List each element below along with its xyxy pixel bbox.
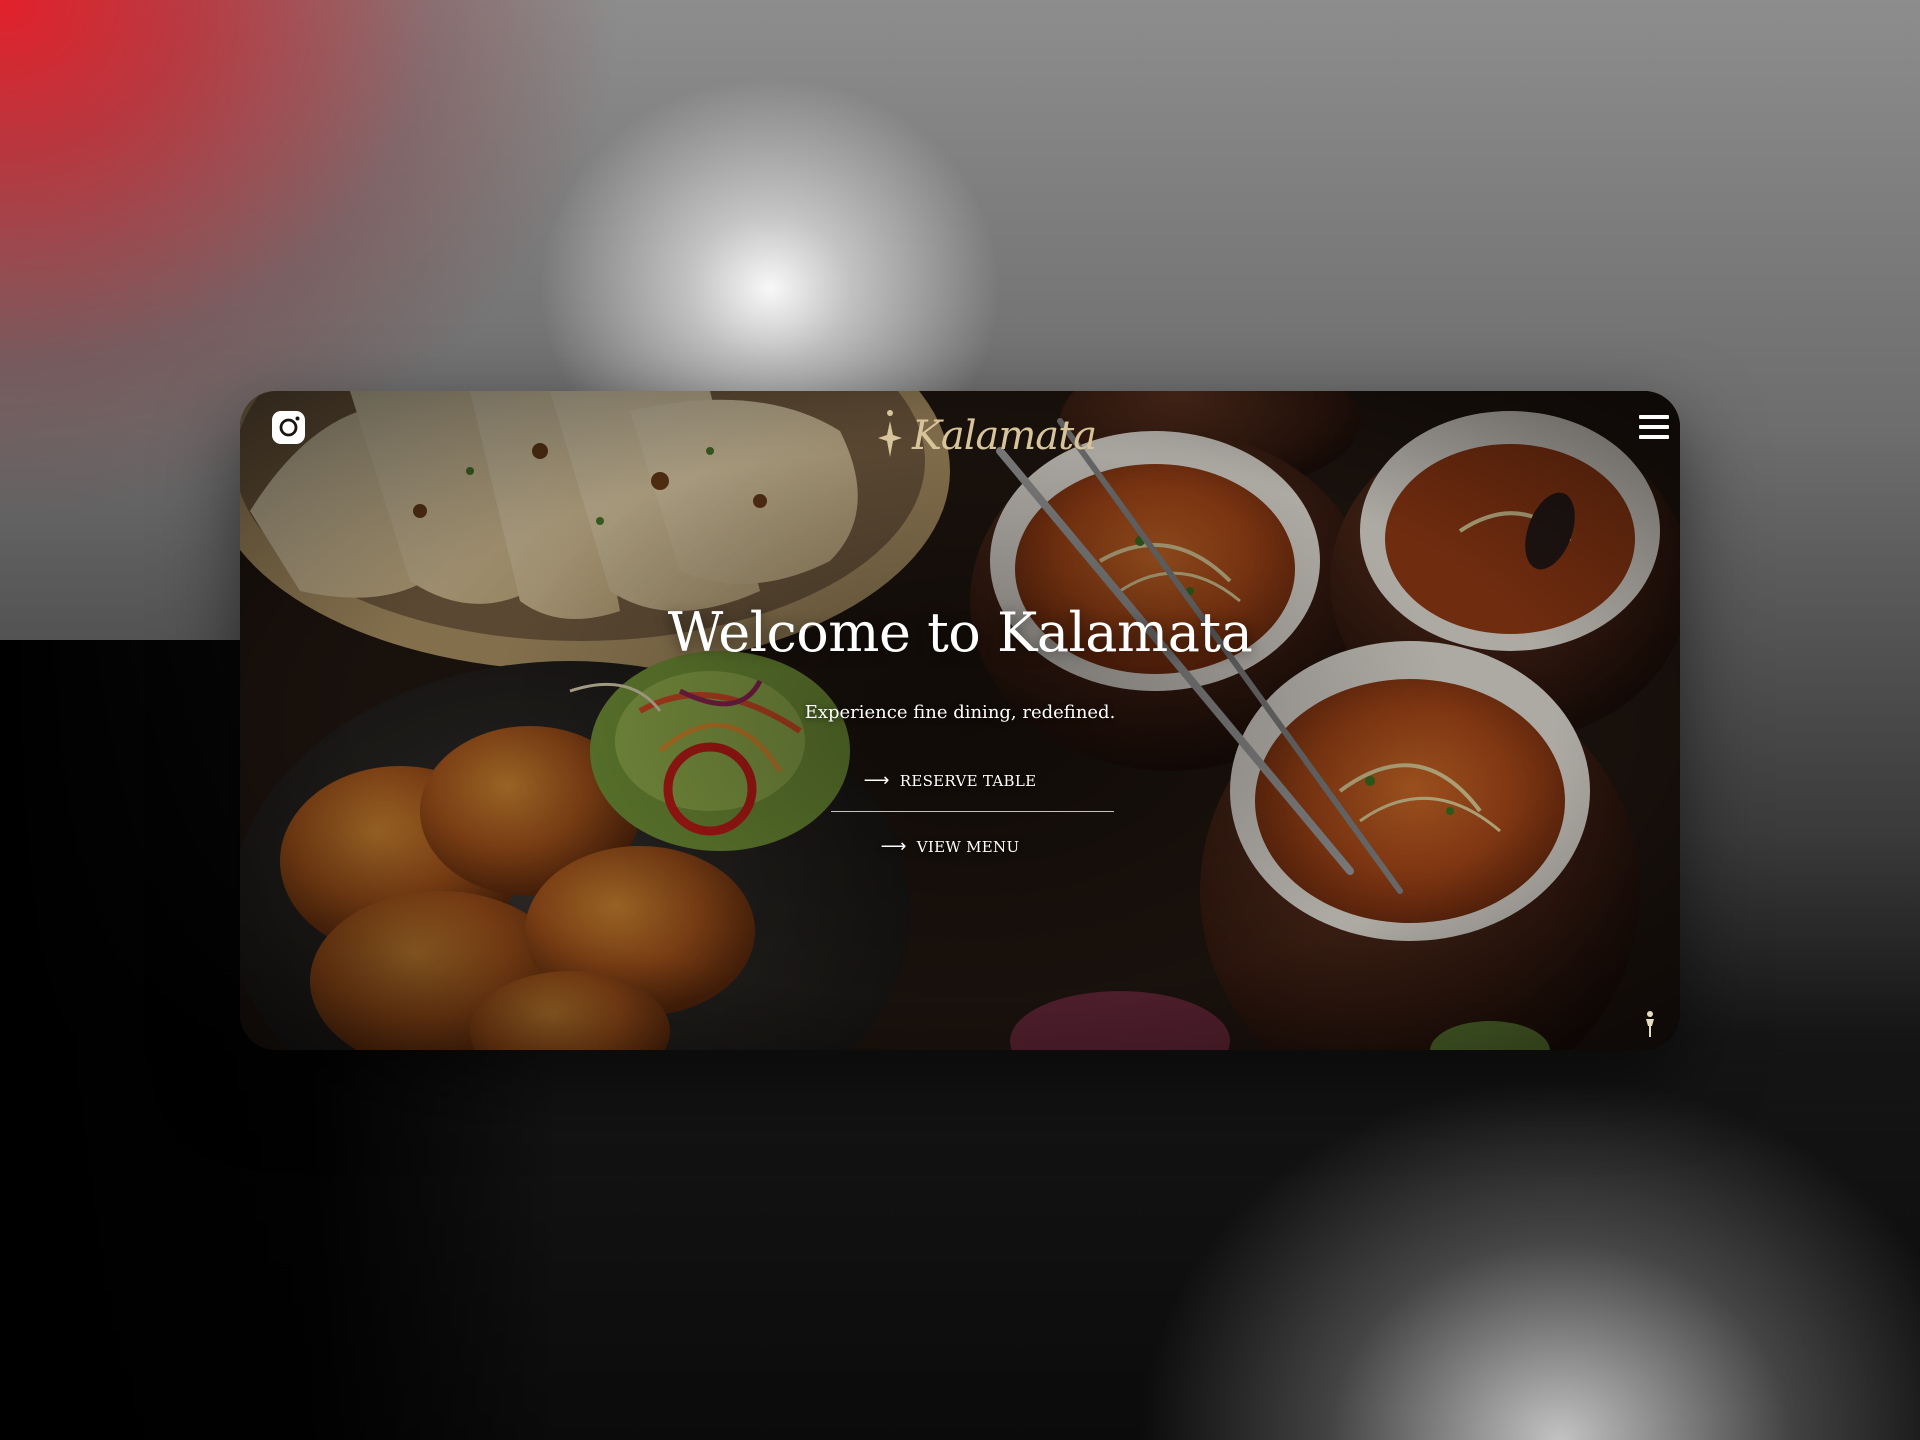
brand-logo[interactable]: Kalamata	[872, 407, 1097, 469]
sparkle-icon	[878, 410, 902, 457]
reserve-table-button[interactable]: ⟶ RESERVE TABLE	[830, 769, 1070, 793]
hero-title: Welcome to Kalamata	[667, 601, 1253, 664]
hamburger-menu-button[interactable]	[1639, 415, 1669, 439]
cta-divider	[831, 811, 1114, 812]
hero-card: Kalamata Welcome to Kalamata Experience …	[240, 391, 1680, 1050]
arrow-right-icon: ⟶	[880, 836, 907, 857]
arrow-right-icon: ⟶	[863, 770, 890, 791]
reserve-table-label: RESERVE TABLE	[899, 772, 1037, 790]
instagram-button[interactable]	[272, 411, 305, 444]
view-menu-label: VIEW MENU	[916, 838, 1020, 856]
hero-subtitle: Experience fine dining, redefined.	[804, 702, 1116, 723]
view-menu-button[interactable]: ⟶ VIEW MENU	[830, 835, 1070, 859]
instagram-icon	[272, 411, 305, 444]
brand-ornament-icon	[1646, 1011, 1654, 1037]
logo-wordmark: Kalamata	[912, 413, 1097, 459]
